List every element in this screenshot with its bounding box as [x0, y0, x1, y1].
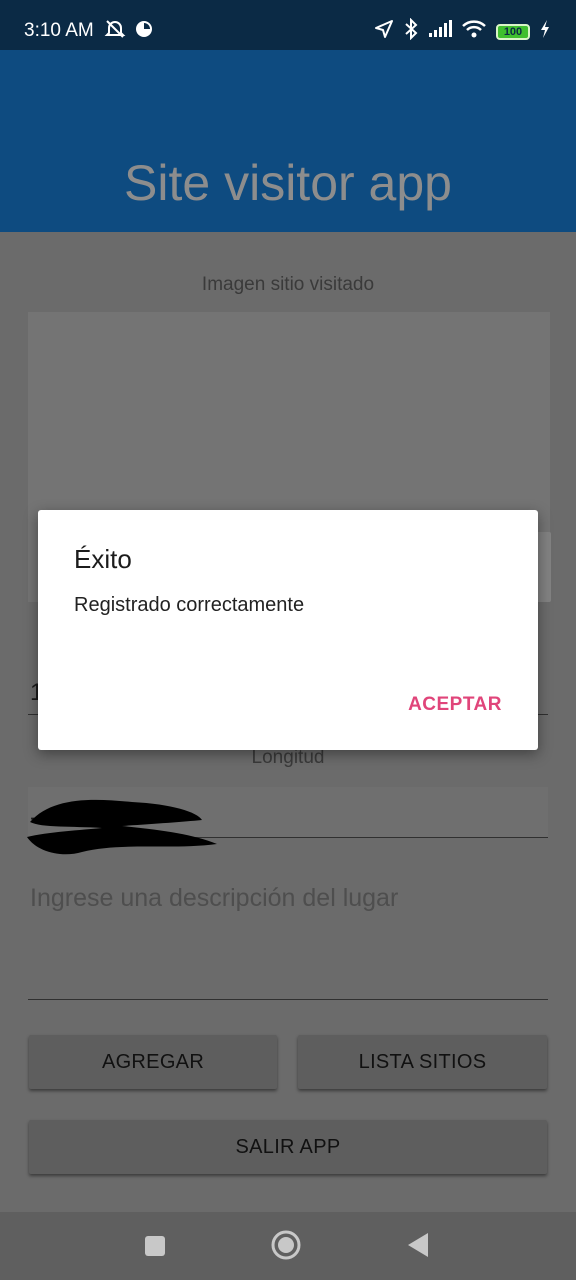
location-icon	[374, 19, 394, 44]
app-title: Site visitor app	[124, 155, 452, 211]
signal-icon	[428, 20, 452, 43]
app-bar: Site visitor app	[0, 50, 576, 232]
status-time: 3:10 AM	[24, 20, 94, 41]
longitude-label: Longitud	[251, 747, 325, 768]
wifi-icon	[462, 20, 486, 43]
data-saver-icon	[134, 19, 154, 44]
add-button[interactable]: AGREGAR	[29, 1035, 277, 1089]
dialog-message: Registrado correctamente	[74, 594, 305, 616]
redaction-scribble	[22, 792, 222, 867]
success-dialog: Éxito Registrado correctamente ACEPTAR	[38, 510, 538, 750]
navigation-bar	[0, 1212, 576, 1280]
site-list-button[interactable]: LISTA SITIOS	[298, 1035, 547, 1089]
status-bar: 3:10 AM 100	[0, 0, 576, 50]
recents-icon[interactable]	[144, 1235, 166, 1262]
description-input[interactable]: Ingrese una descripción del lugar	[30, 884, 398, 913]
accept-button[interactable]: ACEPTAR	[408, 694, 502, 716]
battery-icon: 100	[496, 23, 530, 40]
home-icon[interactable]	[270, 1229, 302, 1266]
exit-app-button[interactable]: SALIR APP	[29, 1120, 547, 1174]
description-field-underline	[28, 999, 548, 1000]
back-icon[interactable]	[406, 1232, 430, 1263]
charging-icon	[540, 20, 550, 43]
bluetooth-icon	[404, 17, 418, 45]
image-label: Imagen sitio visitado	[201, 274, 375, 295]
dialog-title: Éxito	[74, 544, 132, 574]
muted-alarm-icon	[104, 18, 126, 45]
